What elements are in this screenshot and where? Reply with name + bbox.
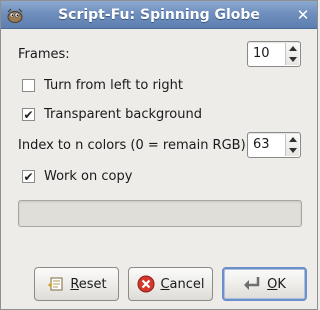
turn-checkbox-row[interactable]: Turn from left to right — [22, 78, 183, 93]
transparent-checkbox-row[interactable]: ✔ Transparent background — [22, 107, 202, 122]
turn-checkbox[interactable] — [22, 79, 35, 92]
dialog-window: Script-Fu: Spinning Globe ✕ Frames: 10 T… — [0, 0, 318, 310]
decrement-icon[interactable] — [289, 148, 297, 153]
ok-icon — [243, 274, 263, 294]
increment-icon[interactable] — [289, 137, 297, 142]
cancel-icon — [136, 274, 156, 294]
increment-icon[interactable] — [289, 46, 297, 51]
window-title: Script-Fu: Spinning Globe — [58, 6, 260, 23]
reset-button[interactable]: Reset — [34, 267, 119, 301]
transparent-label[interactable]: Transparent background — [44, 107, 202, 122]
reset-icon — [46, 274, 66, 294]
transparent-checkbox[interactable]: ✔ — [22, 108, 35, 121]
ok-button[interactable]: OK — [222, 267, 307, 301]
frames-stepper[interactable] — [285, 43, 299, 65]
close-icon[interactable]: ✕ — [293, 5, 313, 25]
work-on-copy-checkbox[interactable]: ✔ — [22, 170, 35, 183]
turn-label[interactable]: Turn from left to right — [44, 78, 183, 93]
index-spinbutton[interactable]: 63 — [247, 132, 301, 158]
cancel-button[interactable]: Cancel — [128, 267, 213, 301]
progress-bar — [18, 200, 302, 227]
ok-label: OK — [267, 276, 286, 292]
index-stepper[interactable] — [285, 134, 299, 156]
cancel-label: Cancel — [160, 276, 205, 292]
decrement-icon[interactable] — [289, 57, 297, 62]
reset-label: Reset — [70, 276, 107, 292]
gimp-icon[interactable] — [5, 6, 25, 24]
index-value[interactable]: 63 — [253, 137, 270, 152]
frames-label: Frames: — [18, 47, 70, 62]
frames-spinbutton[interactable]: 10 — [247, 41, 301, 67]
work-on-copy-label[interactable]: Work on copy — [44, 169, 132, 184]
title-bar[interactable]: Script-Fu: Spinning Globe ✕ — [1, 1, 317, 29]
index-label: Index to n colors (0 = remain RGB): — [18, 138, 251, 153]
work-on-copy-row[interactable]: ✔ Work on copy — [22, 169, 132, 184]
frames-value[interactable]: 10 — [253, 46, 270, 61]
